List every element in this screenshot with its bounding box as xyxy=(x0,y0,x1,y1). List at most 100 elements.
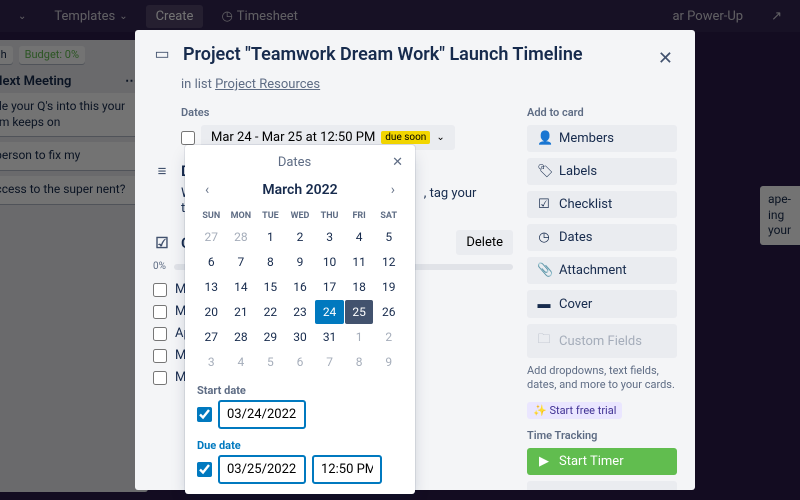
dates-button[interactable]: ◷Dates xyxy=(527,224,677,251)
add-to-card-label: Add to card xyxy=(527,106,677,119)
calendar-month: March 2022 xyxy=(262,182,337,198)
checkbox[interactable] xyxy=(153,305,167,319)
add-time-button[interactable]: ＋Add Time xyxy=(527,481,677,490)
calendar-day[interactable]: 23 xyxy=(286,300,315,324)
custom-fields-note: Add dropdowns, text fields, dates, and m… xyxy=(527,364,677,393)
calendar-day[interactable]: 6 xyxy=(286,350,315,374)
cover-button[interactable]: ▬Cover xyxy=(527,290,677,318)
calendar-day[interactable]: 29 xyxy=(256,325,285,349)
calendar-day[interactable]: 21 xyxy=(227,300,256,324)
calendar-day[interactable]: 28 xyxy=(227,225,256,249)
calendar-day[interactable]: 6 xyxy=(197,250,226,274)
start-date-checkbox[interactable] xyxy=(197,407,212,422)
due-date-label: Due date xyxy=(197,439,403,452)
calendar-day[interactable]: 9 xyxy=(374,350,403,374)
checkbox[interactable] xyxy=(153,283,167,297)
calendar-day[interactable]: 2 xyxy=(374,325,403,349)
attachment-button[interactable]: 📎Attachment xyxy=(527,257,677,284)
calendar-day[interactable]: 15 xyxy=(256,275,285,299)
list-link[interactable]: Project Resources xyxy=(215,77,320,92)
calendar-day[interactable]: 17 xyxy=(315,275,344,299)
calendar-day[interactable]: 11 xyxy=(345,250,374,274)
cover-icon: ▬ xyxy=(537,296,551,312)
calendar-day[interactable]: 26 xyxy=(374,300,403,324)
custom-fields-button[interactable]: 🗀Custom Fields xyxy=(527,324,677,358)
start-date-input[interactable] xyxy=(218,400,306,429)
close-icon[interactable]: ✕ xyxy=(392,155,403,170)
calendar-day[interactable]: 3 xyxy=(315,225,344,249)
description-icon: ≡ xyxy=(153,162,171,180)
calendar-day[interactable]: 10 xyxy=(315,250,344,274)
calendar-day[interactable]: 1 xyxy=(256,225,285,249)
calendar-day[interactable]: 28 xyxy=(227,325,256,349)
dow-label: WED xyxy=(286,208,315,224)
calendar-day[interactable]: 1 xyxy=(345,325,374,349)
calendar-day[interactable]: 4 xyxy=(227,350,256,374)
calendar-day[interactable]: 24 xyxy=(315,300,344,324)
prev-month-button[interactable]: ‹ xyxy=(197,178,217,202)
calendar-day[interactable]: 8 xyxy=(256,250,285,274)
calendar-day[interactable]: 5 xyxy=(256,350,285,374)
calendar-day[interactable]: 8 xyxy=(345,350,374,374)
dates-label: Dates xyxy=(181,106,513,119)
calendar-day[interactable]: 30 xyxy=(286,325,315,349)
sidebar: Add to card 👤Members 🏷Labels ☑Checklist … xyxy=(527,106,677,490)
calendar-day[interactable]: 22 xyxy=(256,300,285,324)
calendar-day[interactable]: 3 xyxy=(197,350,226,374)
calendar-day[interactable]: 13 xyxy=(197,275,226,299)
person-icon: 👤 xyxy=(537,131,551,146)
card-icon: ▭ xyxy=(153,44,171,63)
members-button[interactable]: 👤Members xyxy=(527,125,677,152)
checklist-button[interactable]: ☑Checklist xyxy=(527,191,677,218)
check-icon: ☑ xyxy=(537,197,551,212)
dow-label: SUN xyxy=(197,208,226,224)
calendar-day[interactable]: 16 xyxy=(286,275,315,299)
start-timer-button[interactable]: ▶Start Timer xyxy=(527,448,677,475)
calendar-day[interactable]: 7 xyxy=(315,350,344,374)
calendar-day[interactable]: 31 xyxy=(315,325,344,349)
close-icon[interactable]: ✕ xyxy=(654,44,677,73)
calendar-day[interactable]: 27 xyxy=(197,325,226,349)
clock-icon: ◷ xyxy=(537,230,551,245)
dow-label: FRI xyxy=(345,208,374,224)
next-month-button[interactable]: › xyxy=(383,178,403,202)
calendar-day[interactable]: 9 xyxy=(286,250,315,274)
calendar-day[interactable]: 4 xyxy=(345,225,374,249)
time-tracking-label: Time Tracking xyxy=(527,429,677,442)
folder-icon: 🗀 xyxy=(537,330,551,352)
dow-label: THU xyxy=(315,208,344,224)
calendar-day[interactable]: 14 xyxy=(227,275,256,299)
calendar-day[interactable]: 19 xyxy=(374,275,403,299)
calendar-day[interactable]: 2 xyxy=(286,225,315,249)
due-time-input[interactable] xyxy=(312,455,382,484)
date-picker-popover: Dates ✕ ‹ March 2022 › SUNMONTUEWEDTHUFR… xyxy=(185,145,415,494)
calendar-day[interactable]: 12 xyxy=(374,250,403,274)
plus-icon: ＋ xyxy=(537,487,551,490)
tag-icon: 🏷 xyxy=(537,164,551,179)
dow-label: SAT xyxy=(374,208,403,224)
dow-label: TUE xyxy=(256,208,285,224)
chevron-down-icon: ⌄ xyxy=(436,132,444,143)
paperclip-icon: 📎 xyxy=(537,263,551,278)
labels-button[interactable]: 🏷Labels xyxy=(527,158,677,185)
card-title[interactable]: Project "Teamwork Dream Work" Launch Tim… xyxy=(183,44,642,65)
date-complete-checkbox[interactable] xyxy=(181,131,195,145)
delete-checklist-button[interactable]: Delete xyxy=(456,230,513,255)
calendar-day[interactable]: 27 xyxy=(197,225,226,249)
due-date-input[interactable] xyxy=(218,455,306,484)
calendar-day[interactable]: 5 xyxy=(374,225,403,249)
play-icon: ▶ xyxy=(537,454,551,469)
start-trial-pill[interactable]: ✨ Start free trial xyxy=(527,402,622,419)
calendar-grid: SUNMONTUEWEDTHUFRISAT2728123456789101112… xyxy=(197,208,403,374)
due-soon-badge: due soon xyxy=(381,131,430,144)
start-date-label: Start date xyxy=(197,384,403,397)
calendar-day[interactable]: 20 xyxy=(197,300,226,324)
due-date-checkbox[interactable] xyxy=(197,462,212,477)
calendar-day[interactable]: 25 xyxy=(345,300,374,324)
checkbox[interactable] xyxy=(153,349,167,363)
checkbox[interactable] xyxy=(153,371,167,385)
dow-label: MON xyxy=(227,208,256,224)
checkbox[interactable] xyxy=(153,327,167,341)
calendar-day[interactable]: 7 xyxy=(227,250,256,274)
calendar-day[interactable]: 18 xyxy=(345,275,374,299)
